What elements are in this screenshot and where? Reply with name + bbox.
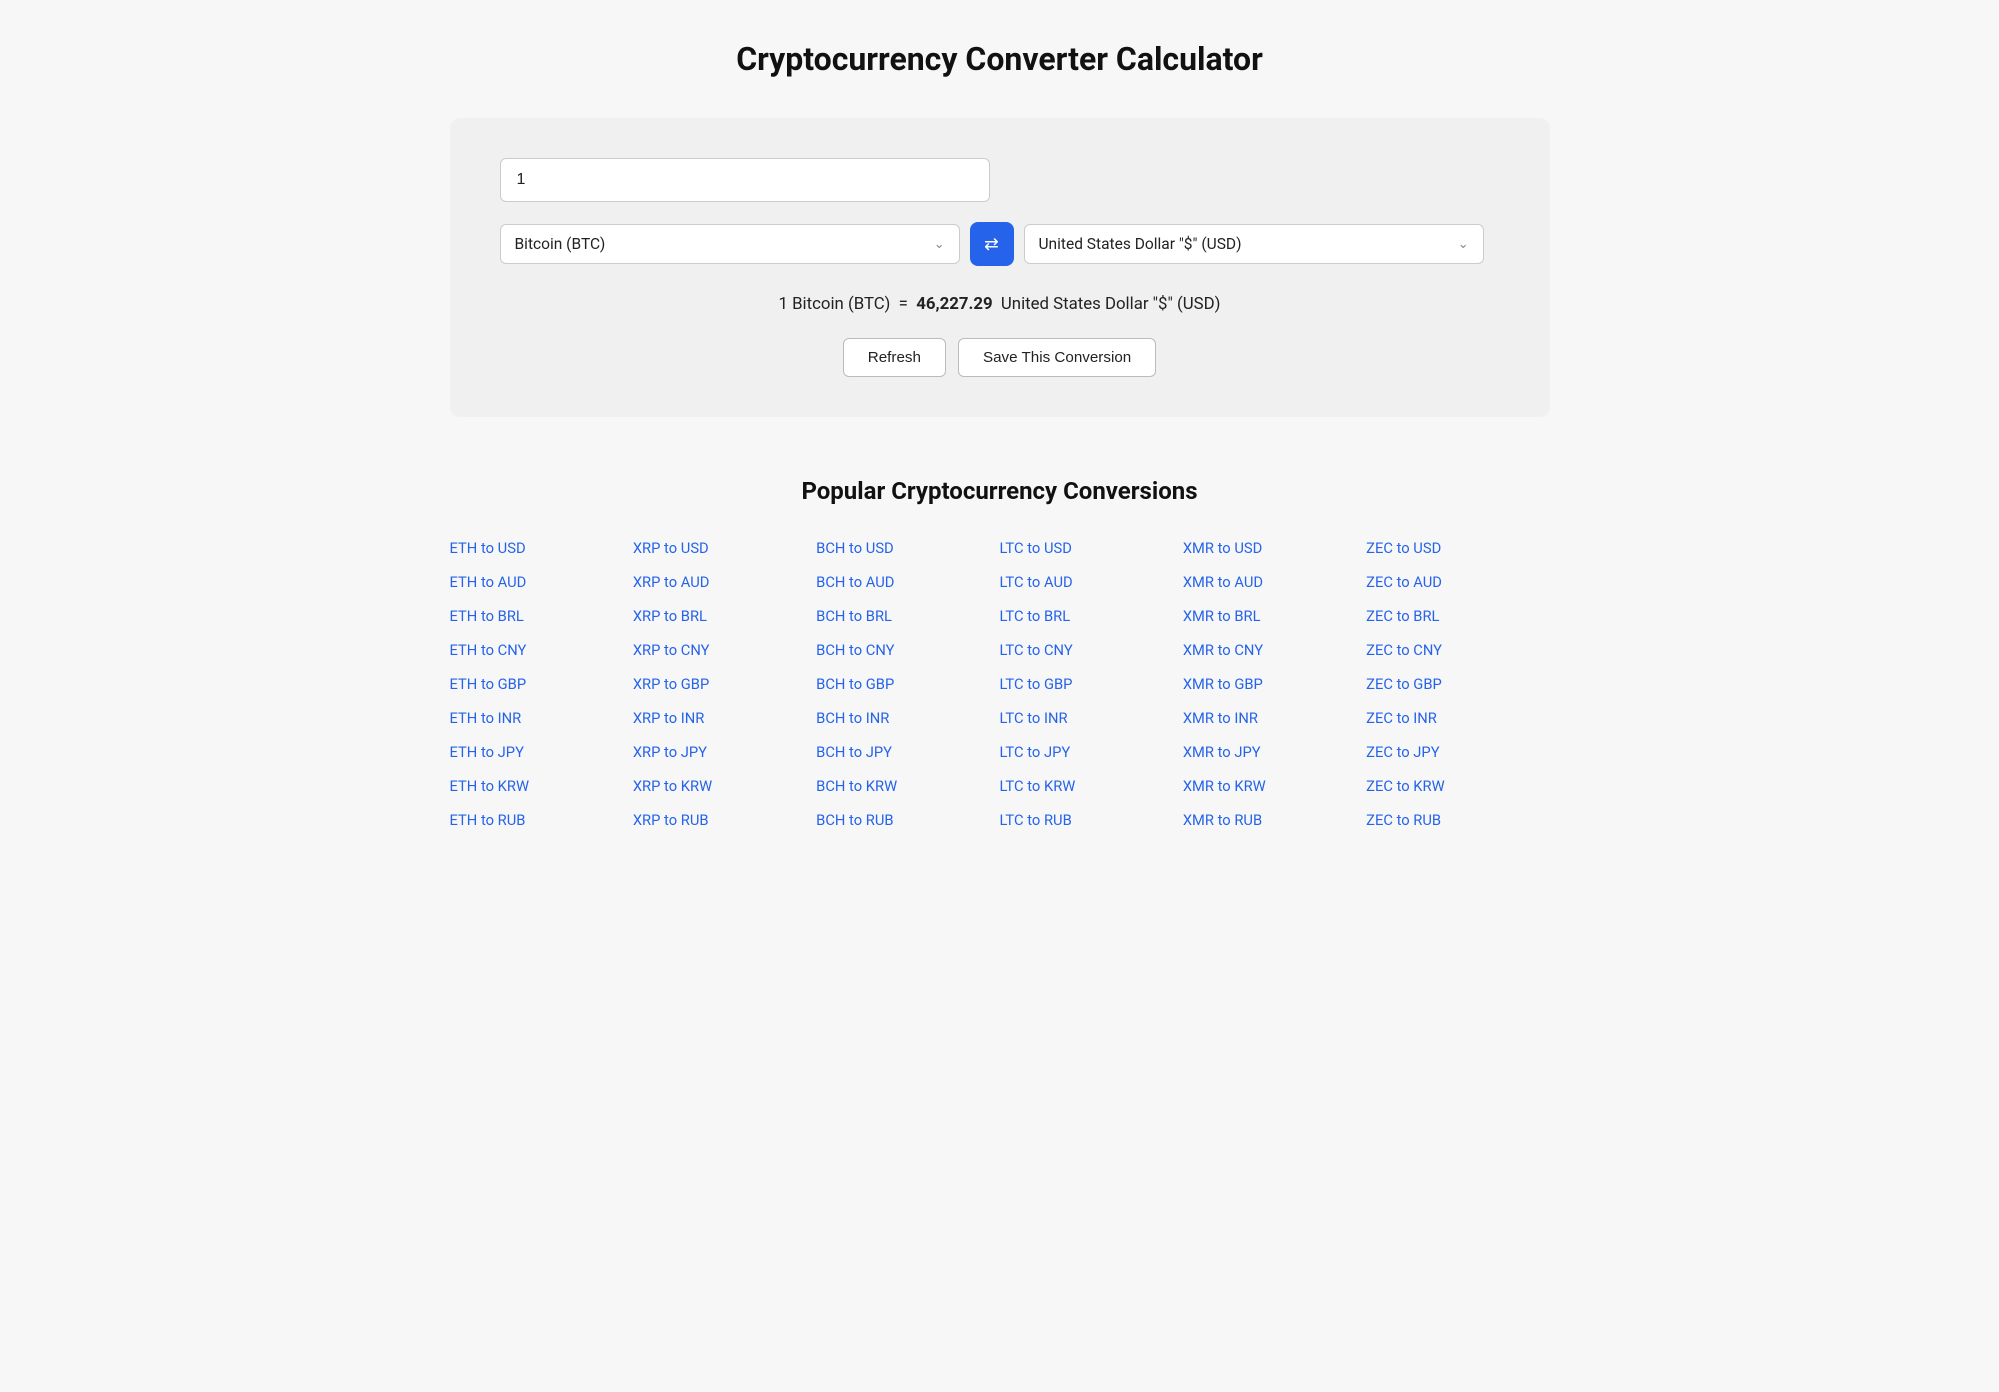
swap-button[interactable]: ⇄ (970, 222, 1014, 266)
list-item[interactable]: XMR to KRW (1183, 771, 1366, 801)
list-item[interactable]: ZEC to AUD (1366, 567, 1549, 597)
list-item[interactable]: XMR to BRL (1183, 601, 1366, 631)
list-item[interactable]: ZEC to KRW (1366, 771, 1549, 801)
list-item[interactable]: BCH to AUD (816, 567, 999, 597)
list-item[interactable]: BCH to KRW (816, 771, 999, 801)
list-item[interactable]: ZEC to USD (1366, 533, 1549, 563)
list-item[interactable]: XRP to JPY (633, 737, 816, 767)
list-item[interactable]: BCH to RUB (816, 805, 999, 835)
result-value: 46,227.29 (916, 294, 992, 314)
result-unit: United States Dollar "$" (USD) (1001, 294, 1221, 314)
list-item[interactable]: LTC to RUB (999, 805, 1182, 835)
from-currency-selector[interactable]: Bitcoin (BTC) ⌄ (500, 224, 960, 264)
swap-icon: ⇄ (984, 234, 999, 255)
list-item[interactable]: XRP to KRW (633, 771, 816, 801)
list-item[interactable]: ETH to GBP (450, 669, 633, 699)
list-item[interactable]: BCH to BRL (816, 601, 999, 631)
list-item[interactable]: LTC to USD (999, 533, 1182, 563)
list-item[interactable]: LTC to BRL (999, 601, 1182, 631)
list-item[interactable]: XMR to USD (1183, 533, 1366, 563)
list-item[interactable]: XMR to GBP (1183, 669, 1366, 699)
list-item[interactable]: XMR to JPY (1183, 737, 1366, 767)
list-item[interactable]: BCH to CNY (816, 635, 999, 665)
list-item[interactable]: BCH to GBP (816, 669, 999, 699)
list-item[interactable]: XMR to INR (1183, 703, 1366, 733)
list-item[interactable]: BCH to JPY (816, 737, 999, 767)
list-item[interactable]: XRP to AUD (633, 567, 816, 597)
list-item[interactable]: LTC to CNY (999, 635, 1182, 665)
result-line: 1 Bitcoin (BTC) = 46,227.29 United State… (500, 294, 1500, 314)
list-item[interactable]: ZEC to INR (1366, 703, 1549, 733)
to-currency-selector[interactable]: United States Dollar "$" (USD) ⌄ (1024, 224, 1484, 264)
list-item[interactable]: XRP to CNY (633, 635, 816, 665)
result-equals: = (899, 294, 908, 314)
list-item[interactable]: ETH to BRL (450, 601, 633, 631)
list-item[interactable]: LTC to GBP (999, 669, 1182, 699)
list-item[interactable]: XMR to RUB (1183, 805, 1366, 835)
popular-title: Popular Cryptocurrency Conversions (450, 477, 1550, 505)
list-item[interactable]: ETH to JPY (450, 737, 633, 767)
refresh-button[interactable]: Refresh (843, 338, 946, 377)
popular-section: Popular Cryptocurrency Conversions ETH t… (450, 477, 1550, 835)
list-item[interactable]: ETH to CNY (450, 635, 633, 665)
save-conversion-button[interactable]: Save This Conversion (958, 338, 1156, 377)
converter-card: Bitcoin (BTC) ⌄ ⇄ United States Dollar "… (450, 118, 1550, 417)
list-item[interactable]: ZEC to BRL (1366, 601, 1549, 631)
from-currency-label: Bitcoin (BTC) (515, 235, 606, 253)
result-from: 1 Bitcoin (BTC) (779, 294, 891, 314)
list-item[interactable]: XRP to BRL (633, 601, 816, 631)
page-title: Cryptocurrency Converter Calculator (60, 40, 1939, 78)
chevron-down-icon-2: ⌄ (1458, 237, 1469, 252)
list-item[interactable]: LTC to INR (999, 703, 1182, 733)
list-item[interactable]: XMR to CNY (1183, 635, 1366, 665)
list-item[interactable]: LTC to AUD (999, 567, 1182, 597)
list-item[interactable]: ZEC to GBP (1366, 669, 1549, 699)
list-item[interactable]: ZEC to RUB (1366, 805, 1549, 835)
list-item[interactable]: BCH to INR (816, 703, 999, 733)
list-item[interactable]: ZEC to JPY (1366, 737, 1549, 767)
list-item[interactable]: LTC to KRW (999, 771, 1182, 801)
list-item[interactable]: XRP to RUB (633, 805, 816, 835)
list-item[interactable]: ZEC to CNY (1366, 635, 1549, 665)
action-buttons: Refresh Save This Conversion (500, 338, 1500, 377)
list-item[interactable]: ETH to INR (450, 703, 633, 733)
currency-row: Bitcoin (BTC) ⌄ ⇄ United States Dollar "… (500, 222, 1500, 266)
list-item[interactable]: XMR to AUD (1183, 567, 1366, 597)
list-item[interactable]: LTC to JPY (999, 737, 1182, 767)
list-item[interactable]: XRP to GBP (633, 669, 816, 699)
amount-input[interactable] (500, 158, 990, 202)
chevron-down-icon: ⌄ (934, 237, 945, 252)
list-item[interactable]: XRP to INR (633, 703, 816, 733)
list-item[interactable]: XRP to USD (633, 533, 816, 563)
list-item[interactable]: ETH to RUB (450, 805, 633, 835)
to-currency-label: United States Dollar "$" (USD) (1039, 235, 1242, 253)
list-item[interactable]: ETH to AUD (450, 567, 633, 597)
list-item[interactable]: ETH to USD (450, 533, 633, 563)
list-item[interactable]: ETH to KRW (450, 771, 633, 801)
conversions-grid: ETH to USDXRP to USDBCH to USDLTC to USD… (450, 533, 1550, 835)
list-item[interactable]: BCH to USD (816, 533, 999, 563)
